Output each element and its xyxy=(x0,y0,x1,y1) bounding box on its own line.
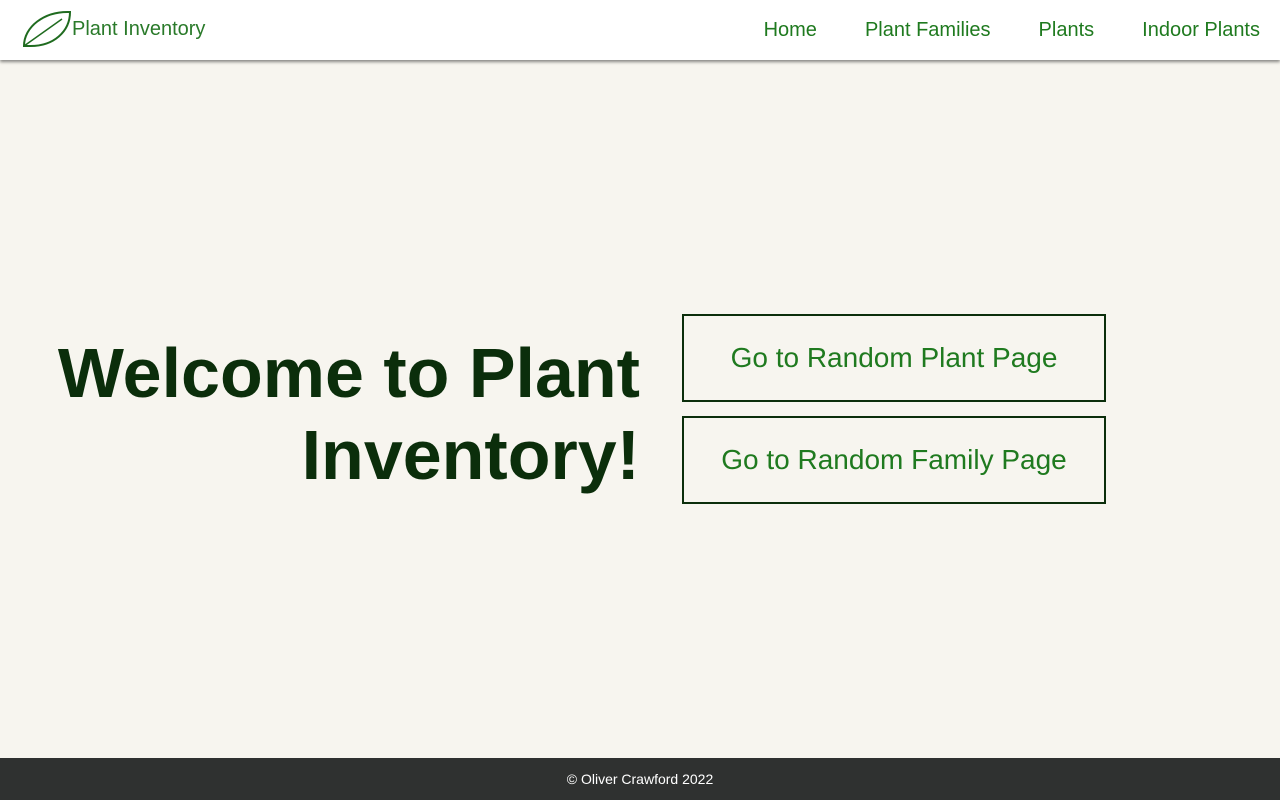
brand-link[interactable]: Plant Inventory xyxy=(22,9,205,49)
nav-plant-families[interactable]: Plant Families xyxy=(865,0,991,60)
welcome-heading-line1: Welcome to Plant xyxy=(57,334,640,412)
brand-name: Plant Inventory xyxy=(72,18,206,40)
copyright-text: © Oliver Crawford 2022 xyxy=(566,771,714,787)
welcome-heading: Welcome to Plant Inventory! xyxy=(20,332,640,496)
navbar: Plant Inventory Home Plant Families Plan… xyxy=(0,0,1280,60)
nav-indoor-plants[interactable]: Indoor Plants xyxy=(1142,0,1260,60)
main-nav: Home Plant Families Plants Indoor Plants xyxy=(716,0,1260,60)
welcome-heading-line2: Inventory! xyxy=(301,416,640,494)
main-content: Welcome to Plant Inventory! Go to Random… xyxy=(0,60,1280,758)
nav-plants[interactable]: Plants xyxy=(1039,0,1095,60)
footer: © Oliver Crawford 2022 xyxy=(0,758,1280,800)
nav-home[interactable]: Home xyxy=(764,0,817,60)
random-plant-button[interactable]: Go to Random Plant Page xyxy=(682,314,1106,402)
leaf-icon xyxy=(22,9,72,49)
random-family-button[interactable]: Go to Random Family Page xyxy=(682,416,1106,504)
